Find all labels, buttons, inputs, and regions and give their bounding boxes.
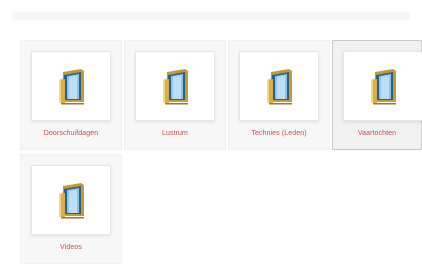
folder-thumbnail[interactable] xyxy=(239,51,319,121)
folder-label[interactable]: Videos xyxy=(21,243,121,253)
folder-tile-lustrum[interactable]: Lustrum xyxy=(124,40,226,150)
folder-tile-videos[interactable]: Videos xyxy=(20,154,122,264)
folder-label[interactable]: Vaartochten xyxy=(333,129,421,139)
folder-thumbnail[interactable] xyxy=(31,51,111,121)
folder-icon xyxy=(371,69,396,105)
folder-icon xyxy=(59,183,84,219)
folder-tile-vaartochten[interactable]: Vaartochten xyxy=(332,40,422,150)
folder-tile-technies-leden[interactable]: Technies (Leden) xyxy=(228,40,330,150)
folder-icon xyxy=(267,69,292,105)
folder-tile-doorschuifdagen[interactable]: Doorschuifdagen xyxy=(20,40,122,150)
folder-thumbnail[interactable] xyxy=(31,165,111,235)
folder-label[interactable]: Lustrum xyxy=(125,129,225,139)
folder-icon xyxy=(163,69,188,105)
folder-icon xyxy=(59,69,84,105)
folder-thumbnail[interactable] xyxy=(135,51,215,121)
folder-label[interactable]: Doorschuifdagen xyxy=(21,129,121,139)
folder-grid: Doorschuifdagen Lustrum Technies (Leden)… xyxy=(0,0,422,272)
folder-thumbnail[interactable] xyxy=(343,51,422,121)
folder-label[interactable]: Technies (Leden) xyxy=(229,129,329,139)
file-browser: Doorschuifdagen Lustrum Technies (Leden)… xyxy=(0,0,422,272)
